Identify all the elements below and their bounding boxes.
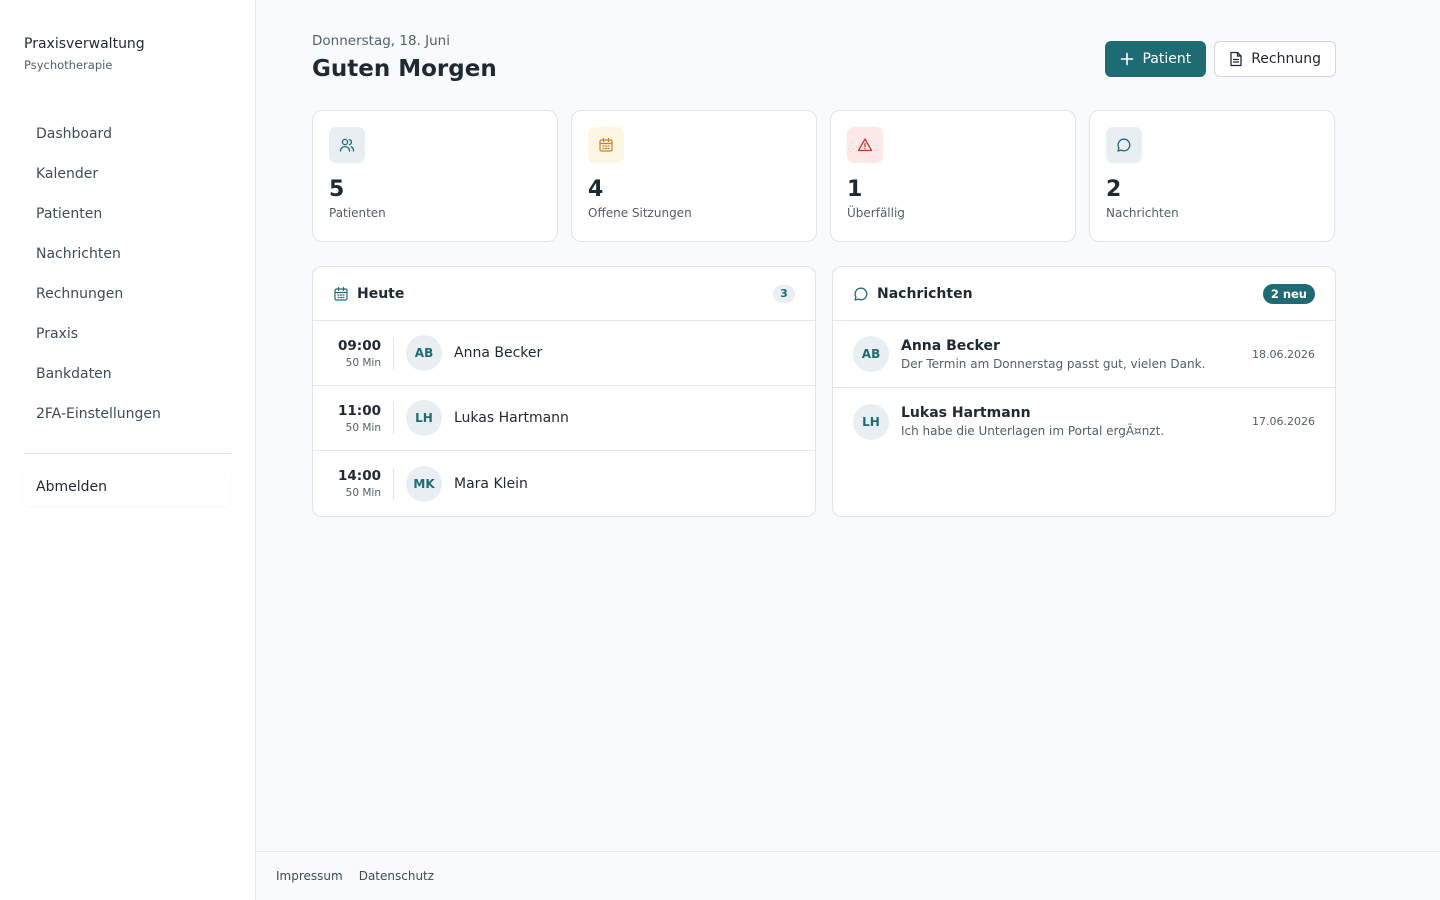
message-row[interactable]: AB Anna Becker Der Termin am Donnerstag … (833, 321, 1335, 388)
appointment-duration: 50 Min (345, 487, 381, 499)
stat-card-overdue[interactable]: 1 Überfällig (830, 110, 1076, 242)
add-patient-button[interactable]: Patient (1105, 41, 1207, 77)
messages-panel: Nachrichten 2 neu AB Anna Becker Der Ter… (832, 266, 1336, 517)
message-date: 17.06.2026 (1252, 415, 1315, 428)
stat-value: 2 (1106, 177, 1122, 202)
sidebar-item-2fa[interactable]: 2FA-Einstellungen (24, 394, 231, 434)
stat-label: Überfällig (847, 206, 905, 220)
page-footer: Impressum Datenschutz (256, 851, 1440, 900)
appointment-divider (393, 337, 394, 369)
avatar: AB (853, 336, 889, 372)
stat-card-patients[interactable]: 5 Patienten (312, 110, 558, 242)
appointment-time-block: 14:00 50 Min (333, 468, 381, 499)
appointment-patient-name: Mara Klein (454, 475, 528, 492)
message-date: 18.06.2026 (1252, 347, 1315, 361)
appointment-divider (393, 467, 394, 500)
page-title: Guten Morgen (312, 56, 497, 82)
current-date: Donnerstag, 18. Juni (312, 33, 450, 49)
messages-panel-title: Nachrichten (877, 285, 973, 302)
appointment-row[interactable]: 14:00 50 Min MK Mara Klein (313, 451, 815, 516)
message-sender: Lukas Hartmann (901, 405, 1031, 421)
message-sender: Anna Becker (901, 337, 1000, 354)
appointment-time: 09:00 (338, 337, 381, 354)
stat-label: Nachrichten (1106, 206, 1179, 220)
sidebar-item-dashboard[interactable]: Dashboard (24, 114, 231, 154)
appointment-time: 14:00 (338, 468, 381, 484)
message-circle-icon (1106, 127, 1142, 163)
logout-button[interactable]: Abmelden (24, 468, 231, 506)
appointment-row[interactable]: 11:00 50 Min LH Lukas Hartmann (313, 386, 815, 451)
appointment-duration: 50 Min (345, 356, 381, 369)
sidebar: Praxisverwaltung Psychotherapie Dashboar… (0, 0, 256, 900)
stat-card-messages[interactable]: 2 Nachrichten (1089, 110, 1335, 242)
plus-icon (1121, 52, 1134, 66)
alert-triangle-icon (847, 127, 883, 163)
sidebar-item-nachrichten[interactable]: Nachrichten (24, 234, 231, 274)
stat-value: 4 (588, 177, 604, 202)
appointment-duration: 50 Min (345, 421, 381, 434)
new-invoice-label: Rechnung (1251, 51, 1321, 67)
impressum-link[interactable]: Impressum (276, 869, 343, 883)
avatar: MK (406, 465, 442, 502)
message-row[interactable]: LH Lukas Hartmann Ich habe die Unterlage… (833, 388, 1335, 455)
appointment-divider (393, 402, 394, 434)
stat-label: Patienten (329, 206, 386, 220)
avatar: LH (406, 400, 442, 436)
avatar: AB (406, 335, 442, 371)
new-messages-badge: 2 neu (1262, 283, 1315, 304)
brand-subtitle: Psychotherapie (24, 58, 113, 72)
sidebar-divider (24, 453, 231, 454)
appointment-time: 11:00 (338, 402, 381, 419)
message-preview: Der Termin am Donnerstag passt gut, viel… (901, 356, 1206, 371)
stat-value: 1 (847, 177, 863, 202)
today-panel-title: Heute (357, 285, 405, 302)
stat-value: 5 (329, 177, 345, 202)
sidebar-item-patienten[interactable]: Patienten (24, 194, 231, 234)
sidebar-item-bankdaten[interactable]: Bankdaten (24, 354, 231, 394)
today-panel-header: Heute 3 (313, 267, 815, 321)
today-panel: Heute 3 09:00 50 Min AB Anna Becker 11:0… (312, 266, 816, 517)
add-patient-label: Patient (1142, 51, 1192, 67)
message-circle-icon (854, 287, 868, 301)
sidebar-item-praxis[interactable]: Praxis (24, 314, 231, 354)
messages-panel-header: Nachrichten 2 neu (833, 267, 1335, 321)
message-body: Lukas Hartmann Ich habe die Unterlagen i… (901, 405, 1252, 438)
header-actions: Patient Rechnung (1105, 41, 1336, 77)
calendar-icon (588, 127, 624, 163)
calendar-icon (334, 286, 348, 301)
users-icon (329, 127, 365, 163)
message-body: Anna Becker Der Termin am Donnerstag pas… (901, 338, 1252, 371)
stats-row: 5 Patienten 4 Offene Sitzungen 1 Überfäl… (312, 110, 1335, 242)
stat-label: Offene Sitzungen (588, 206, 692, 220)
brand-title: Praxisverwaltung (24, 36, 145, 52)
main-content: Donnerstag, 18. Juni Guten Morgen Patien… (256, 0, 1440, 851)
file-text-icon (1230, 51, 1242, 67)
today-count-badge: 3 (773, 284, 795, 303)
new-invoice-button[interactable]: Rechnung (1214, 41, 1336, 77)
sidebar-item-rechnungen[interactable]: Rechnungen (24, 274, 231, 314)
appointment-patient-name: Lukas Hartmann (454, 410, 569, 426)
avatar: LH (853, 403, 889, 440)
appointment-patient-name: Anna Becker (454, 345, 543, 361)
sidebar-item-kalender[interactable]: Kalender (24, 154, 231, 194)
appointment-row[interactable]: 09:00 50 Min AB Anna Becker (313, 321, 815, 386)
sidebar-nav: Dashboard Kalender Patienten Nachrichten… (24, 114, 231, 434)
message-preview: Ich habe die Unterlagen im Portal ergÃ¤n… (901, 424, 1165, 438)
appointment-time-block: 11:00 50 Min (333, 403, 381, 434)
appointment-time-block: 09:00 50 Min (333, 338, 381, 369)
stat-card-open-sessions[interactable]: 4 Offene Sitzungen (571, 110, 817, 242)
datenschutz-link[interactable]: Datenschutz (359, 869, 434, 883)
